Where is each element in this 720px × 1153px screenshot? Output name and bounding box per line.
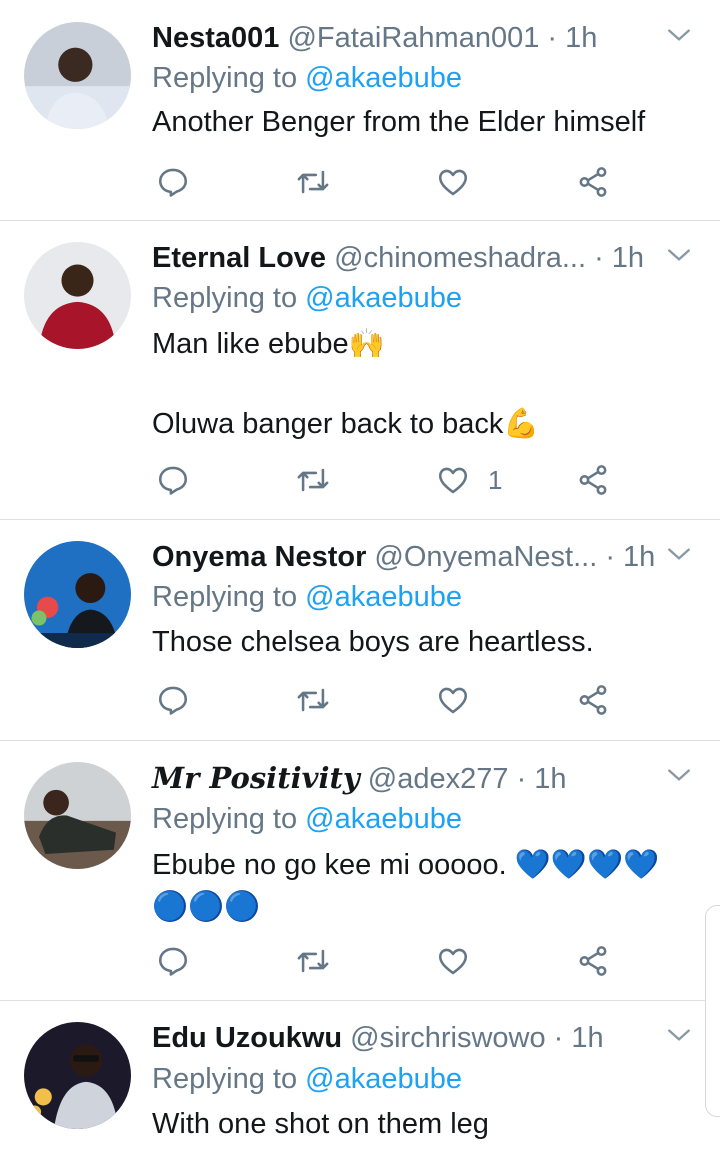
retweet-icon xyxy=(297,170,329,194)
reply-button[interactable] xyxy=(156,678,190,722)
reply-icon xyxy=(158,168,188,197)
retweet-button[interactable] xyxy=(296,939,330,983)
reply-icon xyxy=(158,686,188,715)
tweet-card[interactable]: Edu Uzoukwu @sirchriswowo · 1h Replying … xyxy=(0,1000,720,1153)
replying-to: Replying to @akaebube xyxy=(152,799,462,839)
timestamp: · 1h xyxy=(553,1022,604,1054)
replying-label: Replying to xyxy=(152,581,298,613)
chevron-down-icon[interactable] xyxy=(666,1022,692,1048)
like-count: 1 xyxy=(488,464,503,495)
reply-icon xyxy=(158,466,188,495)
tweet-text: Those chelsea boys are heartless. xyxy=(152,626,594,658)
mention-link[interactable]: @akaebube xyxy=(305,62,462,94)
replying-label: Replying to xyxy=(152,282,298,314)
author-name[interactable]: Nesta001 xyxy=(152,22,279,54)
timestamp: · 1h xyxy=(605,541,656,573)
replying-to: Replying to @akaebube xyxy=(152,278,462,318)
replying-label: Replying to xyxy=(152,62,298,94)
chevron-down-icon[interactable] xyxy=(666,541,692,567)
tweet-card[interactable]: Onyema Nestor @OnyemaNest... · 1h Replyi… xyxy=(0,519,720,741)
like-icon xyxy=(438,467,468,494)
replying-to: Replying to @akaebube xyxy=(152,1059,462,1099)
reply-button[interactable] xyxy=(156,458,190,502)
share-icon xyxy=(579,167,607,197)
tweet-text: With one shot on them leg xyxy=(152,1108,489,1140)
mention-link[interactable]: @akaebube xyxy=(305,1063,462,1095)
reply-button[interactable] xyxy=(156,160,190,204)
retweet-icon xyxy=(297,949,329,973)
like-button[interactable] xyxy=(436,160,488,204)
avatar[interactable] xyxy=(24,541,131,648)
avatar[interactable] xyxy=(24,1022,131,1129)
share-icon xyxy=(579,946,607,976)
author-name[interactable]: Eternal Love xyxy=(152,242,326,274)
replying-to: Replying to @akaebube xyxy=(152,577,462,617)
share-button[interactable] xyxy=(576,678,610,722)
author-handle[interactable]: @chinomeshadra... xyxy=(334,242,586,274)
mention-link[interactable]: @akaebube xyxy=(305,581,462,613)
retweet-button[interactable] xyxy=(296,458,330,502)
tweet-text: Man like ebube🙌 Oluwa banger back to bac… xyxy=(152,328,540,440)
chevron-down-icon[interactable] xyxy=(666,22,692,48)
author-handle[interactable]: @FataiRahman001 xyxy=(287,22,539,54)
chevron-down-icon[interactable] xyxy=(666,762,692,788)
reply-button[interactable] xyxy=(156,939,190,983)
tweet-card[interactable]: Nesta001 @FataiRahman001 · 1h Replying t… xyxy=(0,0,720,221)
author-handle[interactable]: @sirchriswowo xyxy=(350,1022,545,1054)
share-button[interactable] xyxy=(576,160,610,204)
author-handle[interactable]: @OnyemaNest... xyxy=(374,541,597,573)
author-name[interactable]: Mr Positivity xyxy=(152,761,360,795)
timestamp: · 1h xyxy=(547,22,598,54)
share-icon xyxy=(579,465,607,495)
avatar[interactable] xyxy=(24,762,131,869)
replying-label: Replying to xyxy=(152,803,298,835)
author-handle[interactable]: @adex277 xyxy=(368,763,509,795)
retweet-button[interactable] xyxy=(296,160,330,204)
like-icon xyxy=(438,169,468,196)
retweet-icon xyxy=(297,688,329,712)
retweet-button[interactable] xyxy=(296,678,330,722)
avatar[interactable] xyxy=(24,22,131,129)
like-icon xyxy=(438,687,468,714)
chevron-down-icon[interactable] xyxy=(666,242,692,268)
mention-link[interactable]: @akaebube xyxy=(305,803,462,835)
timestamp: · 1h xyxy=(594,242,645,274)
tweet-card[interactable]: Eternal Love @chinomeshadra... · 1h Repl… xyxy=(0,220,720,520)
tweet-text: Ebube no go kee mi ooooo. 💙💙💙💙 🔵🔵🔵 xyxy=(152,849,660,923)
tweet-text: Another Benger from the Elder himself xyxy=(152,106,646,138)
like-icon xyxy=(438,948,468,975)
reply-icon xyxy=(158,947,188,976)
like-button[interactable]: 1 xyxy=(436,458,502,502)
share-button[interactable] xyxy=(576,458,610,502)
mention-link[interactable]: @akaebube xyxy=(305,282,462,314)
author-name[interactable]: Edu Uzoukwu xyxy=(152,1022,342,1054)
like-button[interactable] xyxy=(436,939,488,983)
tweet-card[interactable]: Mr Positivity @adex277 · 1h Replying to … xyxy=(0,740,720,1001)
like-button[interactable] xyxy=(436,678,488,722)
replying-label: Replying to xyxy=(152,1063,298,1095)
share-icon xyxy=(579,685,607,715)
retweet-icon xyxy=(297,468,329,492)
timestamp: · 1h xyxy=(516,763,567,795)
avatar[interactable] xyxy=(24,242,131,349)
replying-to: Replying to @akaebube xyxy=(152,58,462,98)
scroll-handle[interactable] xyxy=(705,905,720,1117)
author-name[interactable]: Onyema Nestor xyxy=(152,541,366,573)
share-button[interactable] xyxy=(576,939,610,983)
